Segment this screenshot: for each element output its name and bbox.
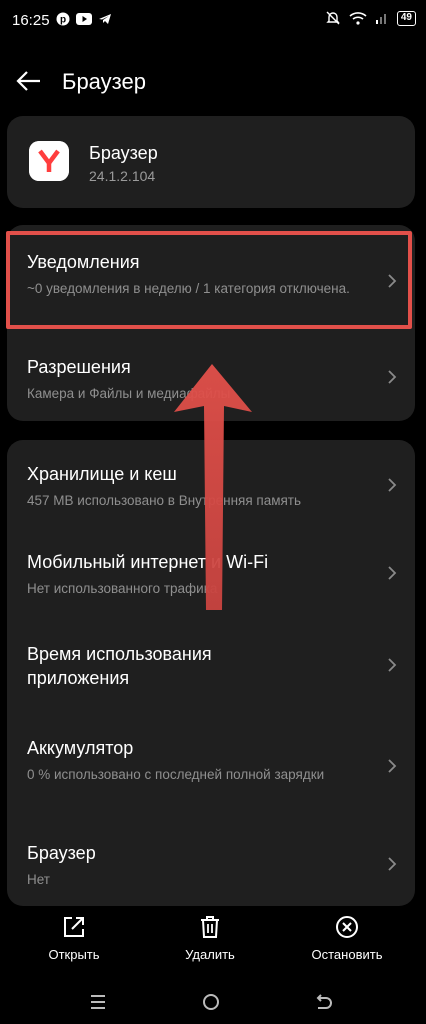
youtube-icon bbox=[76, 13, 92, 25]
bottom-actions: Открыть Удалить Остановить bbox=[0, 912, 426, 972]
app-details-card: Хранилище и кеш 457 MB использовано в Вн… bbox=[7, 440, 415, 906]
svg-text:p: p bbox=[60, 15, 66, 26]
page-title: Браузер bbox=[62, 69, 146, 94]
open-external-icon bbox=[64, 917, 84, 937]
wifi-icon bbox=[349, 12, 367, 25]
stop-label: Остановить bbox=[311, 947, 383, 962]
open-label: Открыть bbox=[48, 947, 100, 962]
battery-subtitle: 0 % использовано с последней полной заря… bbox=[27, 767, 325, 782]
menu-icon[interactable] bbox=[84, 988, 112, 1016]
yandex-browser-icon bbox=[29, 141, 69, 181]
back-icon[interactable] bbox=[309, 988, 337, 1016]
usage-time-title: Время использования приложения bbox=[27, 644, 212, 688]
chevron-right-icon bbox=[388, 658, 397, 672]
open-button[interactable]: Открыть bbox=[24, 912, 124, 964]
back-arrow-icon[interactable] bbox=[12, 64, 46, 98]
chevron-right-icon bbox=[388, 759, 397, 773]
storage-subtitle: 457 MB использовано в Внутренняя память bbox=[27, 493, 302, 508]
signal-icon bbox=[375, 14, 386, 24]
stop-circle-icon bbox=[336, 916, 358, 938]
chevron-right-icon bbox=[388, 857, 397, 871]
notifications-title: Уведомления bbox=[27, 252, 140, 272]
app-info-card: Браузер 24.1.2.104 bbox=[7, 116, 415, 208]
status-time: 16:25 bbox=[12, 12, 50, 29]
delete-button[interactable]: Удалить bbox=[160, 912, 260, 964]
storage-title: Хранилище и кеш bbox=[27, 464, 177, 484]
telegram-icon bbox=[99, 14, 111, 24]
chevron-right-icon bbox=[388, 274, 397, 288]
app-name: Браузер bbox=[89, 143, 158, 163]
mobile-data-subtitle: Нет использованного трафика bbox=[27, 581, 218, 596]
trash-icon bbox=[201, 916, 219, 938]
bell-muted-icon bbox=[326, 11, 340, 25]
force-stop-button[interactable]: Остановить bbox=[297, 912, 397, 964]
storage-row[interactable]: Хранилище и кеш 457 MB использовано в Вн… bbox=[7, 440, 415, 528]
status-bar: 16:25 p 49 bbox=[0, 0, 426, 44]
usage-time-row[interactable]: Время использования приложения bbox=[7, 614, 415, 712]
battery-indicator: 49 bbox=[396, 10, 416, 26]
mobile-data-row[interactable]: Мобильный интернет и Wi-Fi Нет использов… bbox=[7, 528, 415, 614]
battery-title: Аккумулятор bbox=[27, 738, 134, 758]
navigation-bar bbox=[0, 980, 426, 1024]
notifications-row[interactable]: Уведомления ~0 уведомления в неделю / 1 … bbox=[7, 225, 415, 329]
chevron-right-icon bbox=[388, 566, 397, 580]
battery-row[interactable]: Аккумулятор 0 % использовано с последней… bbox=[7, 712, 415, 818]
system-icons: 49 bbox=[325, 10, 416, 26]
permissions-title: Разрешения bbox=[27, 357, 131, 377]
permissions-card: Уведомления ~0 уведомления в неделю / 1 … bbox=[7, 225, 415, 421]
permissions-subtitle: Камера и Файлы и медиафайлы bbox=[27, 386, 231, 401]
mobile-data-title: Мобильный интернет и Wi-Fi bbox=[27, 552, 269, 572]
chevron-right-icon bbox=[388, 370, 397, 384]
permissions-row[interactable]: Разрешения Камера и Файлы и медиафайлы bbox=[7, 329, 415, 421]
delete-label: Удалить bbox=[185, 947, 235, 962]
notification-icons: p bbox=[56, 12, 112, 26]
home-icon[interactable] bbox=[197, 988, 225, 1016]
browser-default-subtitle: Нет bbox=[27, 872, 50, 887]
chevron-right-icon bbox=[388, 478, 397, 492]
pinterest-icon: p bbox=[56, 12, 70, 26]
header: Браузер bbox=[0, 56, 426, 106]
browser-default-title: Браузер bbox=[27, 843, 96, 863]
notifications-subtitle: ~0 уведомления в неделю / 1 категория от… bbox=[27, 281, 350, 296]
app-version: 24.1.2.104 bbox=[89, 168, 156, 184]
browser-default-row[interactable]: Браузер Нет bbox=[7, 818, 415, 906]
